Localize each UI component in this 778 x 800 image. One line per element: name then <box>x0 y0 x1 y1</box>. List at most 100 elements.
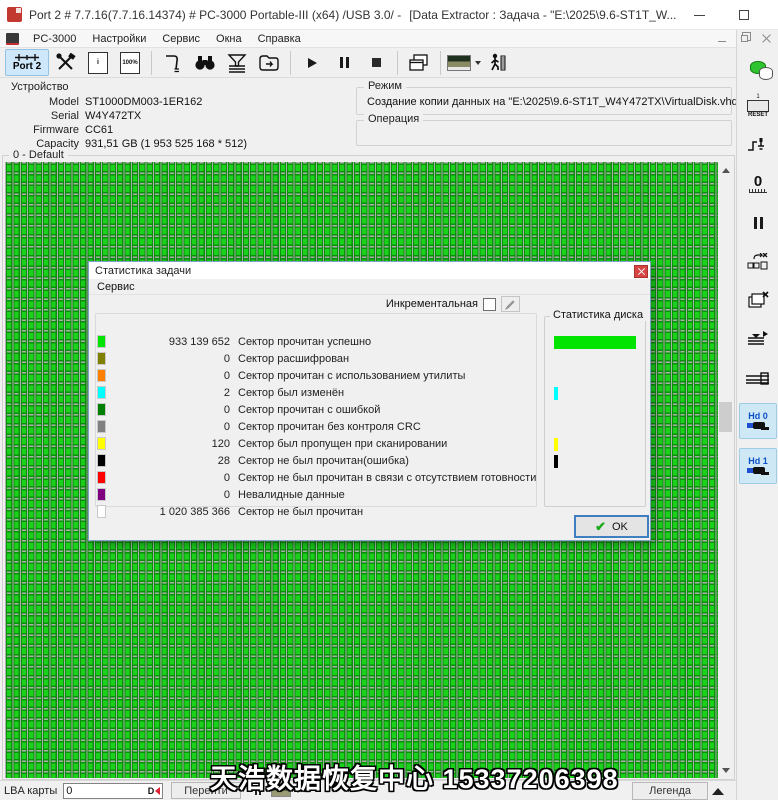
drive-power-icon <box>750 60 773 80</box>
copy-windows-button[interactable] <box>404 49 434 76</box>
disk-bar-slot <box>554 436 640 453</box>
scroll-up-button[interactable] <box>718 162 733 178</box>
menubar: PC-3000 Настройки Сервис Окна Справка <box>0 30 736 47</box>
hd1-button[interactable]: Hd 1 <box>739 448 777 484</box>
hd-drive-icon <box>747 422 769 430</box>
port2-label: Port 2 <box>12 61 42 72</box>
sector-label: Сектор прочитан с использованием утилиты <box>238 369 466 382</box>
sector-label: Сектор прочитан без контроля CRC <box>238 420 421 433</box>
abort-blocks-button[interactable] <box>741 247 775 277</box>
ok-label: OK <box>612 520 628 533</box>
minimize-icon <box>693 14 705 16</box>
mdi-minimize-button[interactable] <box>714 32 730 45</box>
mdi-close-button[interactable] <box>758 32 774 45</box>
start-button[interactable] <box>297 49 327 76</box>
disk-bar-slot <box>554 368 640 385</box>
utility-button[interactable] <box>158 49 188 76</box>
folder-refresh-icon <box>259 54 279 71</box>
percent-button[interactable]: 100% <box>115 49 145 76</box>
pause-button[interactable] <box>329 49 359 76</box>
dec-hex-toggle-icon[interactable]: D <box>148 786 161 796</box>
scroll-down-button[interactable] <box>718 762 733 778</box>
lba-value: 0 <box>66 784 73 797</box>
dialog-titlebar[interactable]: Статистика задачи <box>89 262 650 279</box>
reset-button[interactable]: 1 RESET <box>741 91 775 121</box>
lba-label: LBA карты <box>4 784 58 797</box>
dialog-menubar: Сервис <box>89 279 650 295</box>
sector-label: Сектор прочитан успешно <box>238 335 372 348</box>
search-button[interactable] <box>190 49 220 76</box>
menu-settings[interactable]: Настройки <box>84 32 154 46</box>
tools-button[interactable] <box>51 49 81 76</box>
sidebar-pause-button[interactable] <box>741 208 775 238</box>
disk-bar <box>554 455 558 468</box>
incremental-checkbox[interactable] <box>483 297 496 311</box>
minimize-button[interactable] <box>677 0 722 30</box>
titlebar: Port 2 # 7.7.16(7.7.16.14374) # PC-3000 … <box>0 0 778 30</box>
map-scrollbar[interactable] <box>718 162 733 778</box>
device-group: Устройство Model ST1000DM003-1ER162 Seria… <box>3 81 349 150</box>
sector-count: 0 <box>223 403 230 416</box>
disk-bar-slot <box>554 453 640 470</box>
scroll-up-icon <box>721 167 730 173</box>
map-view-button[interactable] <box>447 49 481 76</box>
close-copies-button[interactable] <box>741 286 775 316</box>
sector-label: Сектор прочитан с ошибкой <box>238 403 381 416</box>
filter-run-button[interactable] <box>741 325 775 355</box>
sector-count: 0 <box>223 352 230 365</box>
window-title-right: [Data Extractor : Задача - "E:\2025\9.6-… <box>409 7 677 22</box>
hd-drive-icon <box>747 467 769 475</box>
menu-pc3000[interactable]: PC-3000 <box>25 32 84 46</box>
mdi-window-controls <box>714 32 774 45</box>
maximize-icon <box>739 10 749 20</box>
sector-count: 0 <box>223 471 230 484</box>
edit-brush-button[interactable] <box>501 296 520 312</box>
oscilloscope-button[interactable]: 0 <box>741 169 775 199</box>
pc3000-logo-icon <box>6 32 19 45</box>
sector-label: Сектор не был прочитан <box>238 505 364 518</box>
mdi-restore-button[interactable] <box>736 32 752 45</box>
operation-group-label: Операция <box>364 113 424 125</box>
lba-input[interactable]: 0 D <box>63 782 164 799</box>
port2-button[interactable]: Port 2 <box>5 49 49 76</box>
step-mode-button[interactable] <box>483 49 513 76</box>
task-statistics-dialog: Статистика задачи Сервис Инкрементальная… <box>88 261 651 541</box>
color-swatch <box>97 386 106 399</box>
legend-button[interactable]: Легенда <box>632 781 708 800</box>
refresh-task-button[interactable] <box>254 49 284 76</box>
filter-button[interactable] <box>222 49 252 76</box>
dialog-close-button[interactable] <box>634 264 648 278</box>
dialog-menu-service[interactable]: Сервис <box>89 281 143 293</box>
heads-filter-button[interactable] <box>741 364 775 394</box>
sector-label: Невалидные данные <box>238 488 345 501</box>
ok-button[interactable]: ✔ OK <box>574 515 649 538</box>
app-icon <box>7 7 22 22</box>
color-swatch <box>97 369 106 382</box>
drive-power-button[interactable] <box>741 52 775 82</box>
window-title-left: Port 2 # 7.7.16(7.7.16.14374) # PC-3000 … <box>29 7 402 22</box>
scrollbar-thumb[interactable] <box>719 402 732 432</box>
hd1-label: Hd 1 <box>748 456 768 466</box>
stop-button[interactable] <box>361 49 391 76</box>
right-sidebar: 1 RESET 0 Hd 0 Hd 1 <box>736 30 778 800</box>
menu-help[interactable]: Справка <box>250 32 309 46</box>
close-button[interactable] <box>767 0 778 30</box>
maximize-button[interactable] <box>722 0 767 30</box>
operation-group: Операция <box>356 113 732 146</box>
hd0-button[interactable]: Hd 0 <box>739 403 777 439</box>
pause-icon <box>753 217 763 229</box>
dialog-close-icon <box>638 268 645 275</box>
head-connector-button[interactable] <box>741 130 775 160</box>
incremental-row: Инкрементальная <box>386 296 520 312</box>
menu-windows[interactable]: Окна <box>208 32 250 46</box>
collapse-up-icon[interactable] <box>712 788 724 795</box>
ruler-marks-icon <box>749 189 767 193</box>
menu-service[interactable]: Сервис <box>154 32 208 46</box>
tools-icon <box>56 52 76 70</box>
incremental-label: Инкрементальная <box>385 298 478 310</box>
report-button[interactable]: i <box>83 49 113 76</box>
disk-bar-slot <box>554 334 640 351</box>
binoculars-icon <box>195 55 215 70</box>
info-area: Устройство Model ST1000DM003-1ER162 Seria… <box>0 78 747 150</box>
reset-icon <box>747 100 769 112</box>
